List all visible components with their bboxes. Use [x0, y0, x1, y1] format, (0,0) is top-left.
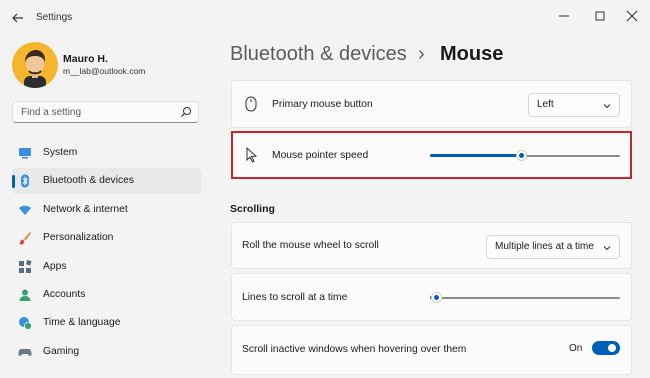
lines-to-scroll-slider[interactable] — [430, 292, 620, 304]
back-arrow-icon[interactable] — [10, 10, 26, 26]
globe-clock-icon — [19, 317, 32, 330]
search-icon[interactable] — [180, 106, 192, 118]
lines-to-scroll-label: Lines to scroll at a time — [242, 292, 348, 303]
scroll-inactive-toggle[interactable] — [592, 341, 620, 355]
user-name: Mauro H. — [63, 53, 108, 65]
sidebar-item-label: Accounts — [43, 289, 86, 300]
sidebar-item-label: System — [43, 147, 78, 158]
toggle-state-label: On — [569, 343, 583, 354]
sidebar-item-label: Personalization — [43, 232, 114, 243]
sidebar-item-time-language[interactable]: Time & language — [12, 310, 201, 336]
primary-mouse-button-label: Primary mouse button — [272, 99, 373, 110]
avatar[interactable] — [12, 42, 58, 88]
sidebar-item-bluetooth-devices[interactable]: Bluetooth & devices — [12, 168, 201, 194]
accounts-icon — [19, 289, 31, 301]
chevron-down-icon — [603, 246, 611, 251]
selection-indicator — [12, 175, 15, 188]
user-email: m__lab@outlook.com — [63, 66, 146, 76]
app-title: Settings — [36, 12, 73, 23]
avatar-picture-icon — [12, 42, 58, 88]
sidebar-item-system[interactable]: System — [12, 140, 201, 166]
chevron-down-icon — [603, 104, 611, 109]
title-bar: Settings — [0, 0, 650, 34]
wifi-icon — [19, 205, 31, 215]
close-icon[interactable] — [620, 6, 644, 26]
roll-wheel-card: Roll the mouse wheel to scroll Multiple … — [231, 222, 632, 269]
gamepad-icon — [18, 349, 32, 356]
roll-wheel-dropdown[interactable]: Multiple lines at a time — [486, 235, 620, 259]
slider-track — [430, 297, 620, 299]
bluetooth-icon — [21, 174, 29, 188]
page-title: Mouse — [440, 43, 504, 65]
search-input[interactable]: Find a setting — [12, 101, 199, 123]
maximize-icon[interactable] — [588, 6, 612, 26]
lines-to-scroll-card: Lines to scroll at a time — [231, 273, 632, 321]
sidebar-item-label: Gaming — [43, 346, 80, 357]
system-icon — [19, 148, 31, 159]
sidebar-item-label: Apps — [43, 261, 67, 272]
breadcrumb-separator: › — [418, 43, 425, 65]
breadcrumb-parent[interactable]: Bluetooth & devices — [230, 43, 407, 66]
roll-wheel-label: Roll the mouse wheel to scroll — [242, 240, 379, 251]
sidebar-item-label: Network & internet — [43, 204, 128, 215]
dropdown-value: Left — [537, 99, 554, 110]
dropdown-value: Multiple lines at a time — [495, 241, 594, 252]
sidebar-item-accounts[interactable]: Accounts — [12, 282, 201, 308]
apps-icon — [19, 260, 32, 273]
section-heading-scrolling: Scrolling — [230, 203, 275, 215]
mouse-icon — [245, 96, 257, 112]
scroll-inactive-label: Scroll inactive windows when hovering ov… — [242, 344, 467, 355]
sidebar-item-label: Time & language — [43, 317, 121, 328]
toggle-knob — [608, 344, 616, 352]
sidebar-item-network[interactable]: Network & internet — [12, 197, 201, 223]
sidebar-item-apps[interactable]: Apps — [12, 254, 201, 280]
primary-mouse-button-card: Primary mouse button Left — [231, 80, 632, 128]
sidebar-item-personalization[interactable]: Personalization — [12, 225, 201, 251]
search-placeholder: Find a setting — [21, 107, 82, 118]
primary-mouse-button-dropdown[interactable]: Left — [528, 93, 620, 117]
brush-icon — [19, 232, 31, 245]
sidebar-item-gaming[interactable]: Gaming — [12, 339, 201, 365]
highlight-box — [231, 131, 632, 179]
sidebar-item-label: Bluetooth & devices — [43, 175, 135, 186]
slider-thumb[interactable] — [431, 292, 442, 303]
minimize-icon[interactable] — [552, 6, 576, 26]
